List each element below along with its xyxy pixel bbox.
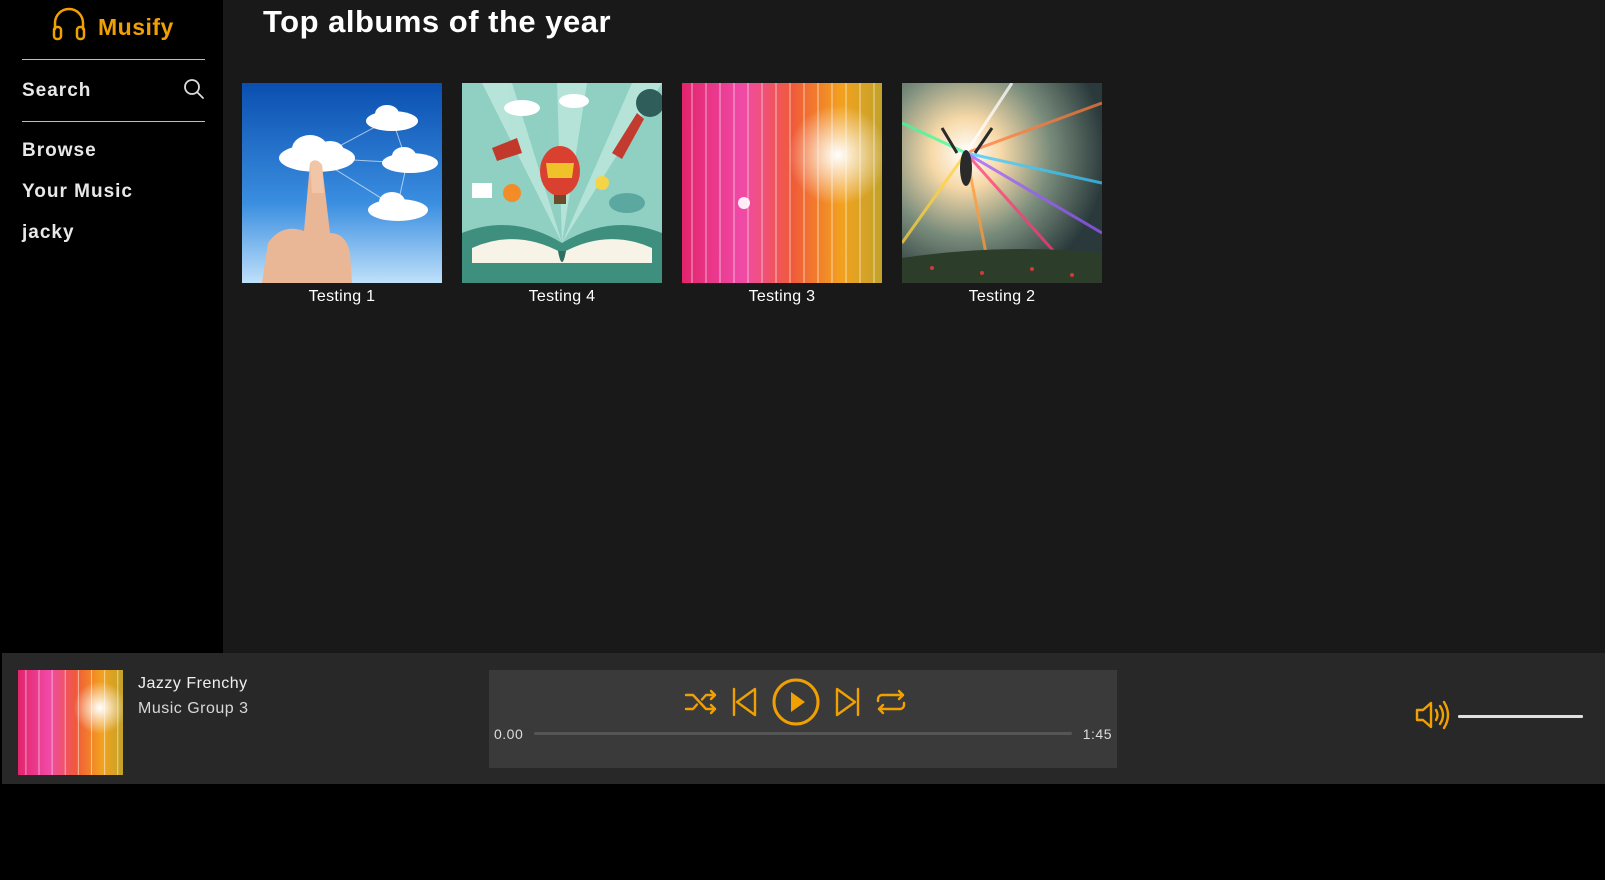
next-icon[interactable] bbox=[833, 684, 863, 720]
volume-fill bbox=[1458, 715, 1583, 718]
sidebar-divider bbox=[22, 59, 205, 60]
album-cover[interactable] bbox=[902, 83, 1102, 283]
album-cover[interactable] bbox=[462, 83, 662, 283]
album-cover[interactable] bbox=[682, 83, 882, 283]
album-card[interactable]: Testing 2 bbox=[902, 83, 1102, 306]
previous-icon[interactable] bbox=[729, 684, 759, 720]
volume-slider[interactable] bbox=[1458, 715, 1583, 718]
track-title: Jazzy Frenchy bbox=[138, 675, 248, 692]
album-title: Testing 1 bbox=[308, 288, 376, 305]
album-cover[interactable] bbox=[242, 83, 442, 283]
search-icon[interactable] bbox=[183, 78, 205, 105]
album-title: Testing 2 bbox=[968, 288, 1036, 305]
playback-controls: 0.00 1:45 bbox=[489, 670, 1117, 768]
track-artist: Music Group 3 bbox=[138, 700, 249, 717]
now-playing-cover[interactable] bbox=[18, 670, 123, 775]
sidebar-item-user[interactable]: jacky bbox=[22, 222, 75, 244]
main-content: Top albums of the year Testing 1 Testing… bbox=[223, 0, 1605, 653]
app-name: Musify bbox=[98, 13, 174, 40]
shuffle-icon[interactable] bbox=[683, 684, 719, 720]
headphones-icon bbox=[50, 5, 88, 49]
album-card[interactable]: Testing 1 bbox=[242, 83, 442, 306]
sidebar-item-your-music[interactable]: Your Music bbox=[22, 181, 133, 203]
search-label: Search bbox=[22, 80, 92, 101]
player-bar: Jazzy Frenchy Music Group 3 0.00 1:45 bbox=[2, 653, 1605, 784]
volume-icon[interactable] bbox=[1413, 697, 1453, 733]
progress-bar[interactable] bbox=[534, 732, 1072, 735]
album-title: Testing 3 bbox=[748, 288, 816, 305]
play-icon[interactable] bbox=[770, 676, 822, 728]
time-current: 0.00 bbox=[494, 726, 524, 742]
sidebar-divider bbox=[22, 121, 205, 122]
album-title: Testing 4 bbox=[528, 288, 596, 305]
album-card[interactable]: Testing 3 bbox=[682, 83, 882, 306]
sidebar-item-browse[interactable]: Browse bbox=[22, 140, 97, 162]
repeat-icon[interactable] bbox=[873, 684, 909, 720]
time-total: 1:45 bbox=[1082, 726, 1112, 742]
sidebar-search[interactable]: Search bbox=[22, 76, 205, 106]
page-title: Top albums of the year bbox=[263, 4, 612, 39]
sidebar: Musify Search Browse Your Music jacky bbox=[2, 0, 223, 653]
album-card[interactable]: Testing 4 bbox=[462, 83, 662, 306]
app-logo[interactable]: Musify bbox=[50, 5, 174, 49]
